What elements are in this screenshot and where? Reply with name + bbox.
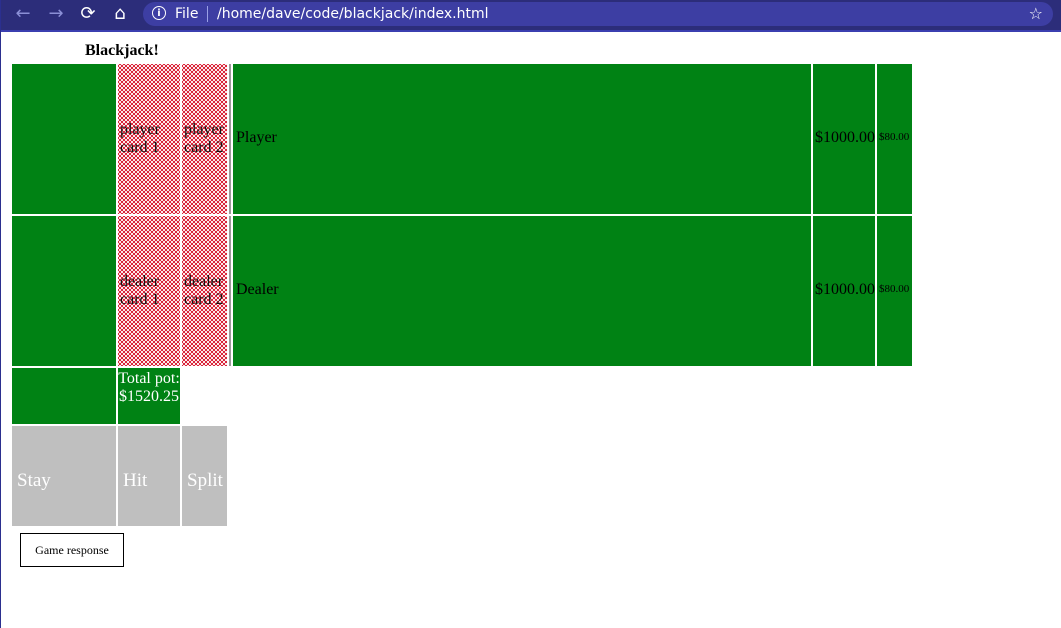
url-text[interactable]: /home/dave/code/blackjack/index.html [217,4,488,24]
player-bet-cell: $80.00 [877,64,912,214]
dealer-row-spacer [12,216,116,366]
bookmark-star-icon[interactable]: ☆ [1029,3,1043,25]
forward-arrow-icon[interactable]: → [43,3,69,25]
split-button-label: Split [187,470,223,491]
dealer-bank-cell: $1000.00 [813,216,875,366]
player-card-2: player card 2 [182,64,227,214]
address-bar[interactable]: i File /home/dave/code/blackjack/index.h… [143,2,1053,26]
card-divider [229,64,231,214]
stay-button[interactable]: Stay [12,426,116,526]
game-response-box: Game response [20,533,124,567]
player-card-1: player card 1 [118,64,180,214]
player-bank-cell: $1000.00 [813,64,875,214]
pot-row-spacer [12,368,116,424]
player-card-1-label: player card 1 [120,121,160,156]
browser-toolbar: ← → ⟳ ⌂ i File /home/dave/code/blackjack… [1,0,1061,32]
info-icon[interactable]: i [152,6,166,20]
url-divider [207,6,208,22]
stay-button-label: Stay [17,470,51,491]
dealer-name-cell: Dealer [233,216,811,366]
hit-button-label: Hit [123,470,148,491]
page-title: Blackjack! [85,42,159,59]
player-card-2-label: player card 2 [184,121,224,156]
dealer-card-2-label: dealer card 2 [184,273,224,308]
home-icon[interactable]: ⌂ [107,3,133,25]
total-pot: Total pot: $1520.25 [118,368,180,424]
card-divider [229,216,231,366]
dealer-bet-cell: $80.00 [877,216,912,366]
player-row-spacer [12,64,116,214]
reload-icon[interactable]: ⟳ [75,3,101,25]
split-button[interactable]: Split [182,426,227,526]
player-name: Player [236,129,277,146]
dealer-card-1-label: dealer card 1 [120,273,160,308]
player-bank: $1000.00 [815,129,875,146]
dealer-bet: $80.00 [879,283,910,295]
hit-button[interactable]: Hit [118,426,180,526]
player-bet: $80.00 [879,131,910,143]
dealer-card-1: dealer card 1 [118,216,180,366]
url-scheme-label: File [175,6,199,22]
player-name-cell: Player [233,64,811,214]
back-arrow-icon[interactable]: ← [10,3,36,25]
dealer-bank: $1000.00 [815,281,875,298]
dealer-card-2: dealer card 2 [182,216,227,366]
dealer-name: Dealer [236,281,279,298]
